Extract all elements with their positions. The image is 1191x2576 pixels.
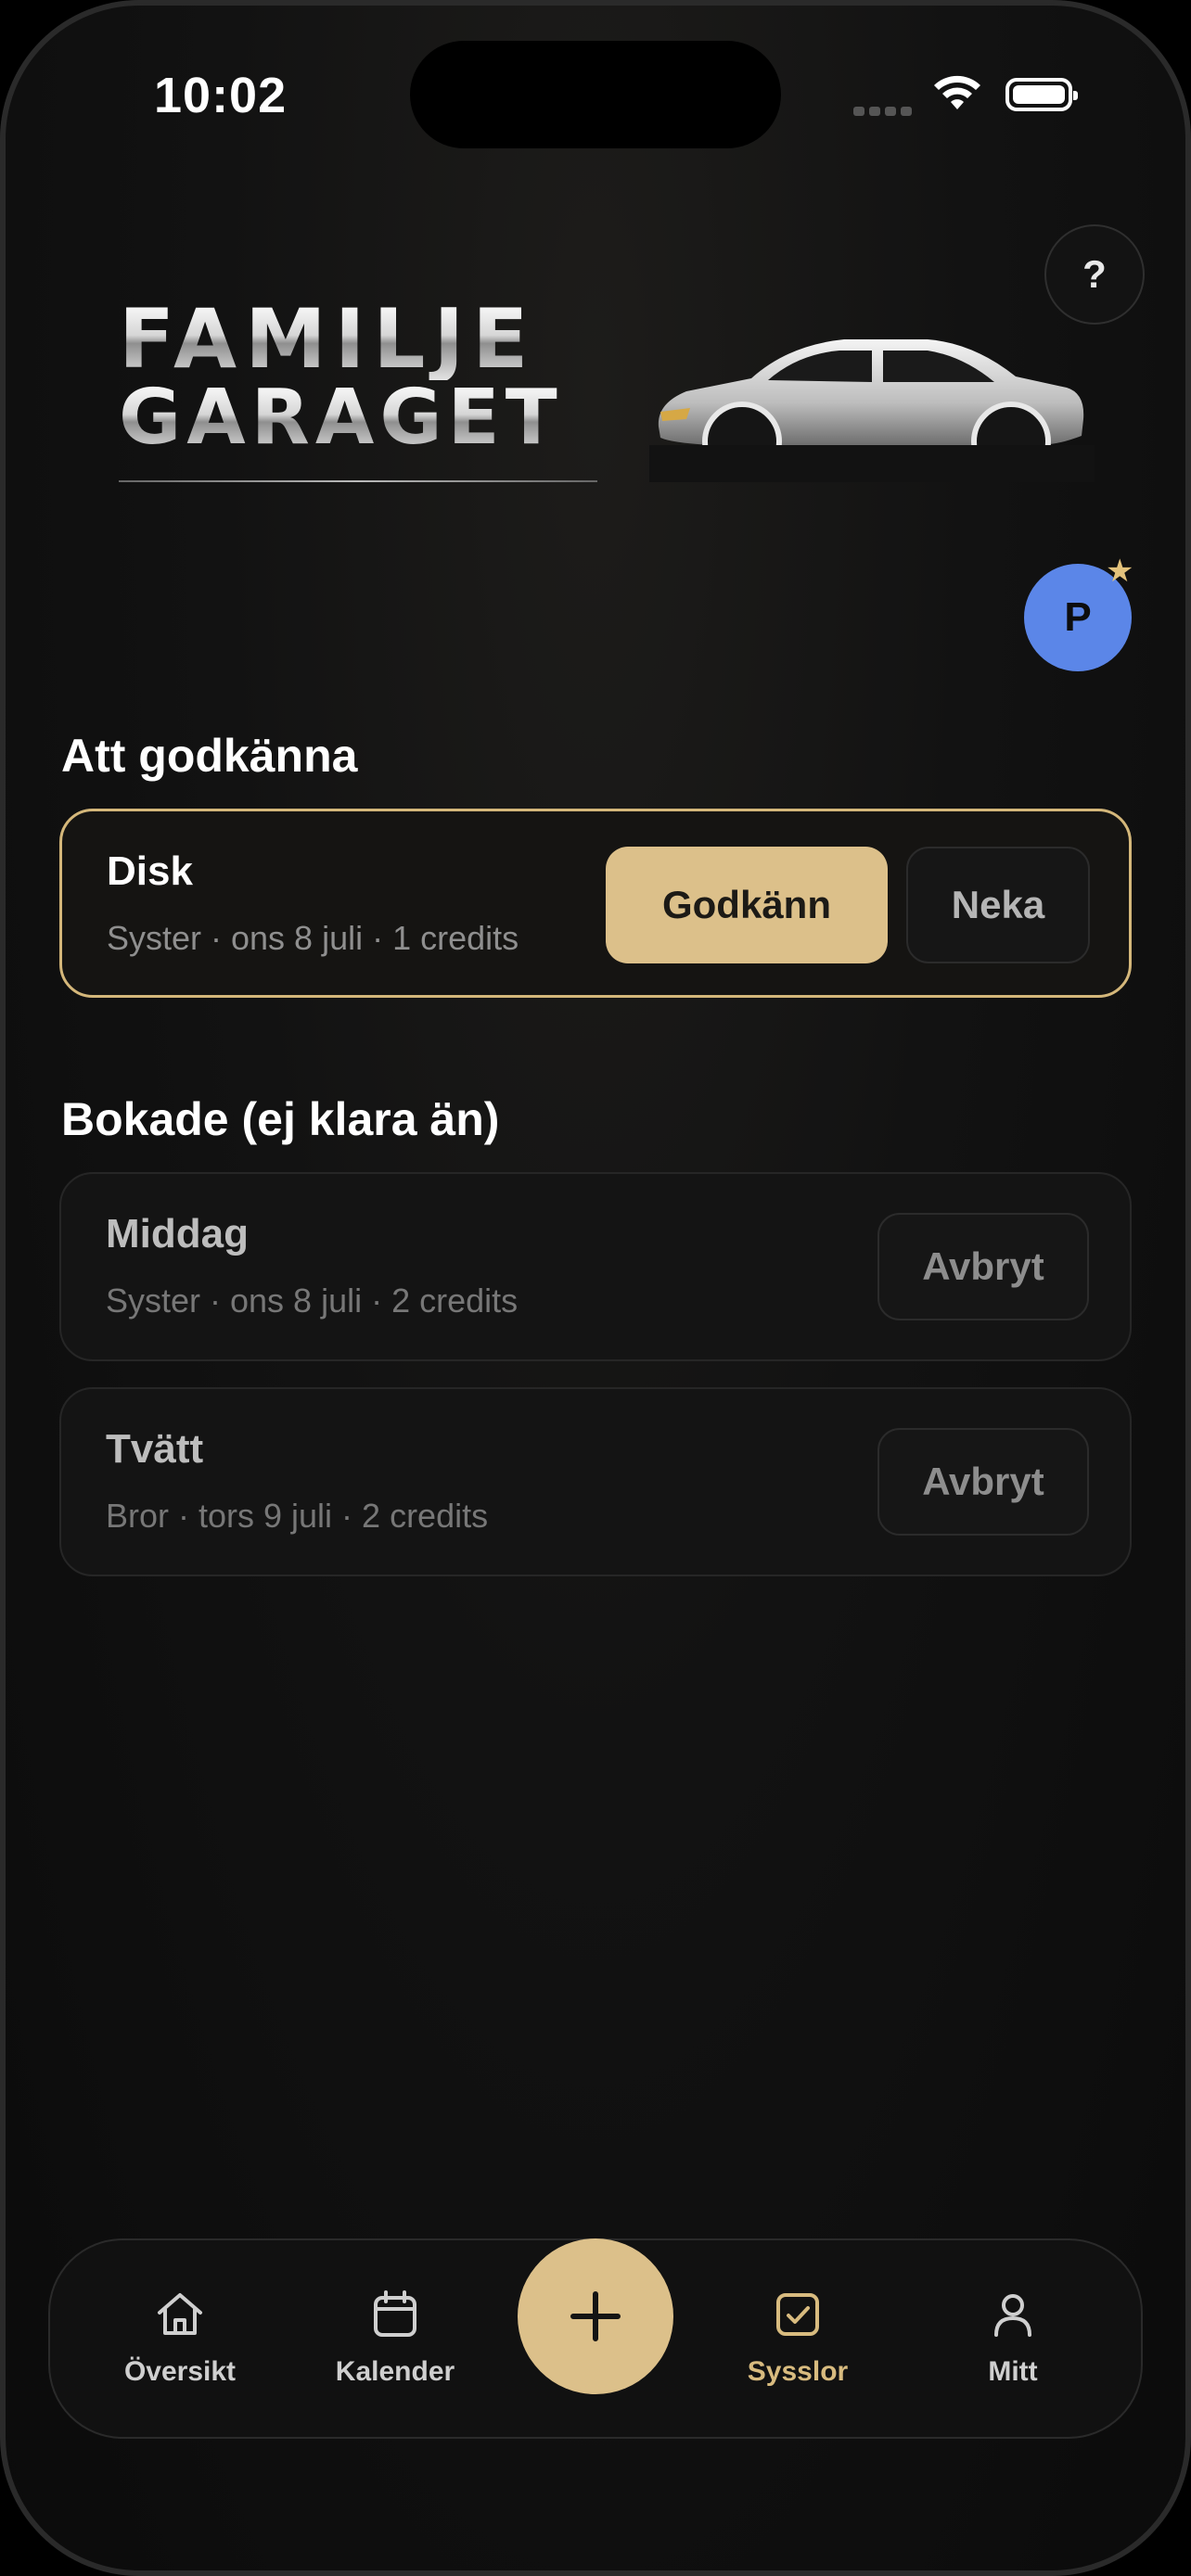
- checkbox-icon: [776, 2293, 819, 2336]
- home-icon: [158, 2293, 202, 2335]
- deny-button[interactable]: Neka: [906, 847, 1090, 963]
- battery-icon: [1005, 78, 1078, 111]
- chore-name: Middag: [106, 1211, 249, 1256]
- logo-line-2: GARAGET: [119, 380, 601, 456]
- approve-button[interactable]: Godkänn: [606, 847, 888, 963]
- booked-card: Middag Syster · ons 8 juli · 2 credits A…: [59, 1172, 1132, 1361]
- tab-label: Översikt: [123, 2356, 237, 2387]
- logo-line-1: FAMILJE: [119, 299, 601, 380]
- app-screen: 10:02 ? FAMILJE GARAGET P ★ Att godkänna: [0, 0, 1191, 2576]
- tab-chores[interactable]: Sysslor: [705, 2287, 890, 2388]
- pending-card: Disk Syster · ons 8 juli · 1 credits God…: [59, 809, 1132, 998]
- tab-label: Sysslor: [747, 2356, 849, 2387]
- logo-underline: [119, 480, 597, 482]
- calendar-icon: [374, 2290, 416, 2337]
- star-icon: ★: [1106, 554, 1134, 589]
- chore-meta: Syster · ons 8 juli · 2 credits: [106, 1282, 519, 1320]
- tab-calendar[interactable]: Kalender: [302, 2287, 488, 2388]
- chore-meta: Syster · ons 8 juli · 1 credits: [107, 919, 519, 957]
- booked-card: Tvätt Bror · tors 9 juli · 2 credits Avb…: [59, 1387, 1132, 1576]
- section-title-booked: Bokade (ej klara än): [61, 1093, 500, 1145]
- app-logo: FAMILJE GARAGET: [119, 299, 601, 482]
- car-icon: [649, 339, 1095, 482]
- cancel-button[interactable]: Avbryt: [877, 1213, 1089, 1320]
- dynamic-island: [410, 41, 781, 148]
- status-time: 10:02: [154, 68, 288, 123]
- wifi-icon: [934, 75, 980, 109]
- tab-mine[interactable]: Mitt: [920, 2287, 1106, 2388]
- plus-icon: [570, 2291, 621, 2341]
- chore-meta: Bror · tors 9 juli · 2 credits: [106, 1497, 489, 1535]
- person-icon: [994, 2294, 1031, 2337]
- tab-overview[interactable]: Översikt: [87, 2287, 273, 2388]
- help-button[interactable]: ?: [1044, 224, 1145, 325]
- section-title-pending: Att godkänna: [61, 730, 358, 782]
- tab-label: Kalender: [335, 2356, 455, 2387]
- cellular-signal-icon: [853, 104, 916, 121]
- tab-label: Mitt: [988, 2356, 1038, 2387]
- add-button[interactable]: [518, 2238, 673, 2394]
- chore-name: Tvätt: [106, 1426, 204, 1472]
- chore-name: Disk: [107, 848, 193, 894]
- cancel-button[interactable]: Avbryt: [877, 1428, 1089, 1536]
